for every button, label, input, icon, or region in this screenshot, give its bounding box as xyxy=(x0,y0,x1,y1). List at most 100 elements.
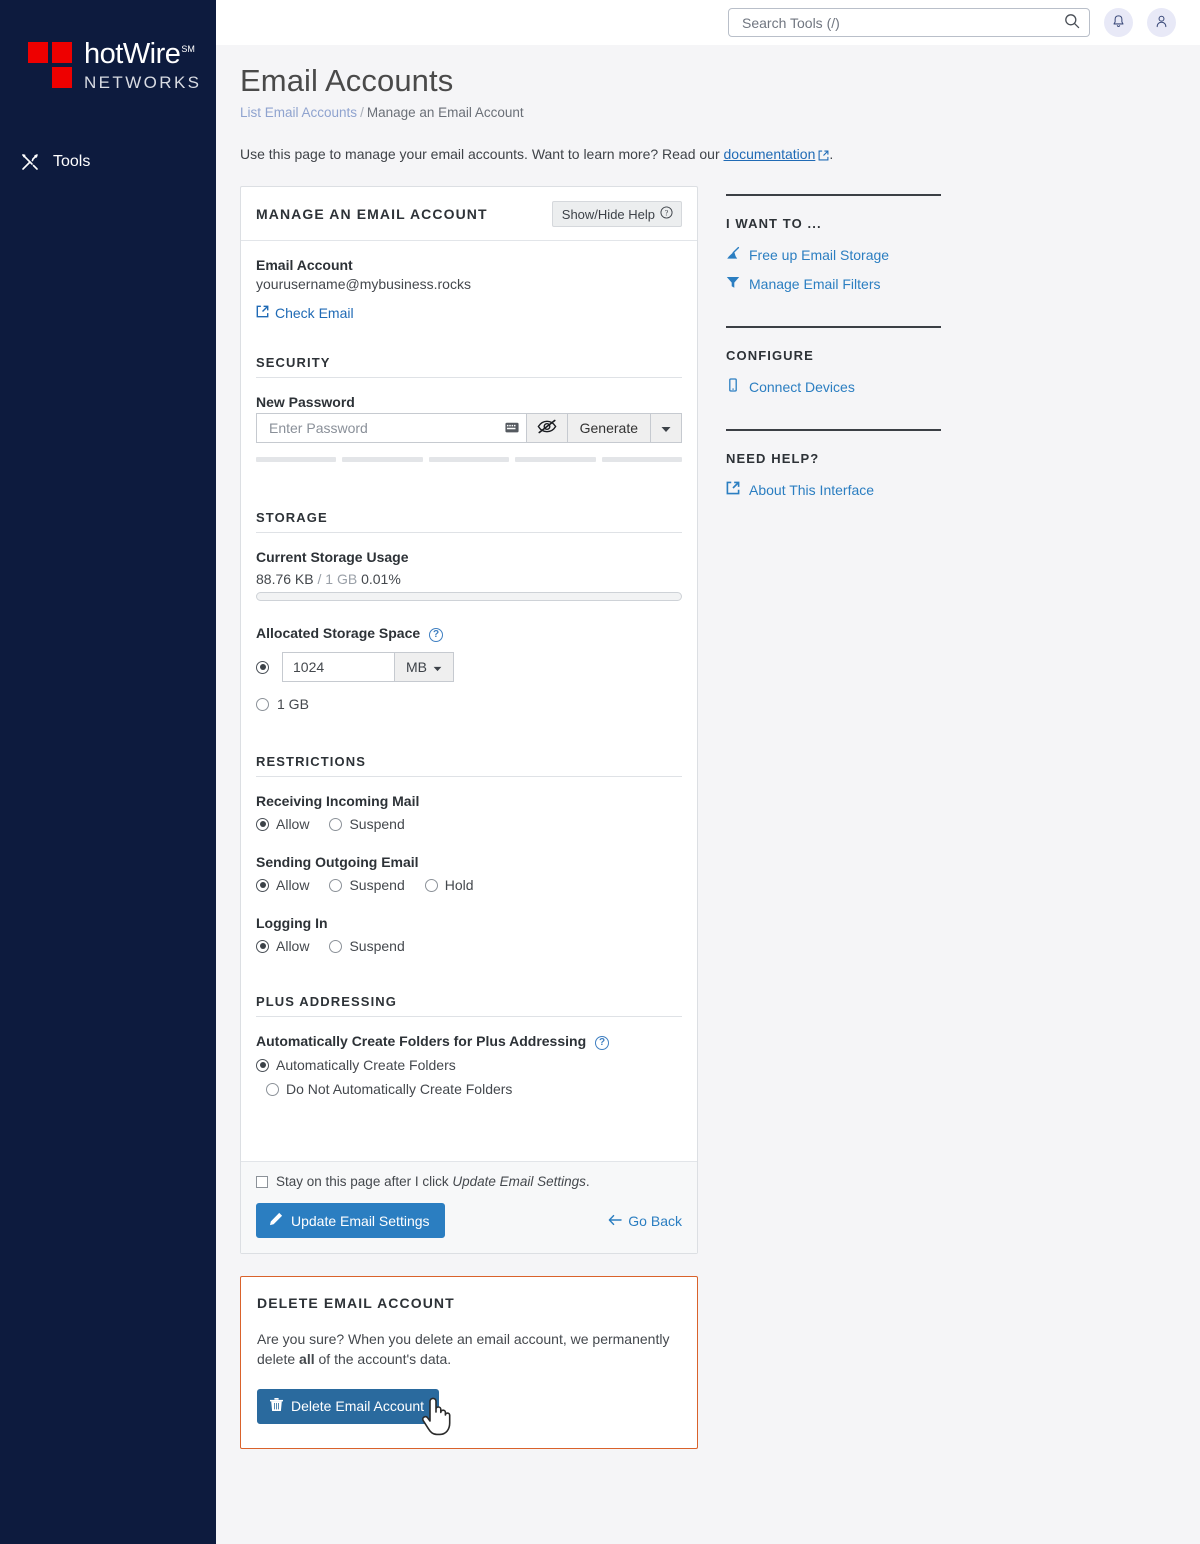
logo-squares-icon xyxy=(28,42,74,94)
search-container[interactable] xyxy=(728,8,1090,37)
allocated-storage-unit-dropdown[interactable]: MB xyxy=(394,652,454,682)
breadcrumb: List Email Accounts / Manage an Email Acco… xyxy=(240,105,1176,120)
question-circle-icon[interactable]: ? xyxy=(429,628,444,642)
radio-button[interactable] xyxy=(256,878,269,892)
brand-logo[interactable]: hotWireSM NETWORKS xyxy=(0,0,216,94)
app-root: hotWireSM NETWORKS Tools Search Tools (/… xyxy=(0,0,1200,1544)
notifications-button[interactable] xyxy=(1104,8,1133,37)
delete-email-account-label: Delete Email Account xyxy=(291,1398,425,1415)
go-back-link[interactable]: Go Back xyxy=(608,1213,682,1229)
delete-text-bold: all xyxy=(299,1351,315,1368)
search-input[interactable] xyxy=(740,13,1064,32)
right-block-heading: CONFIGURE xyxy=(726,348,814,363)
stay-on-page-checkbox-row[interactable]: Stay on this page after I click Update E… xyxy=(256,1174,682,1189)
password-input[interactable] xyxy=(267,419,505,437)
question-circle-icon[interactable]: ? xyxy=(595,1036,610,1050)
allocated-storage-label-text: Allocated Storage Space xyxy=(256,625,421,641)
search-icon[interactable] xyxy=(1064,13,1080,32)
link-manage-email-filters[interactable]: Manage Email Filters xyxy=(726,275,941,292)
restriction-option[interactable]: Suspend xyxy=(329,877,405,893)
stay-text-italic: Update Email Settings xyxy=(452,1174,586,1189)
password-strength-segment xyxy=(515,457,596,462)
security-section-heading: SECURITY xyxy=(256,355,682,378)
generate-options-button[interactable] xyxy=(650,413,682,443)
restriction-option[interactable]: Suspend xyxy=(329,938,405,954)
restriction-label: Logging In xyxy=(256,915,328,931)
show-hide-help-button[interactable]: Show/Hide Help ? xyxy=(551,201,682,227)
allocated-storage-input[interactable] xyxy=(282,652,394,682)
generate-password-button[interactable]: Generate xyxy=(566,413,650,443)
restrictions-section-heading: RESTRICTIONS xyxy=(256,754,682,777)
link-connect-devices[interactable]: Connect Devices xyxy=(726,378,941,395)
bell-icon xyxy=(1111,14,1126,32)
primary-column: MANAGE AN EMAIL ACCOUNT Show/Hide Help ? xyxy=(240,186,698,1449)
password-strength-segment xyxy=(428,457,510,462)
restriction-option[interactable]: Suspend xyxy=(329,816,405,832)
sidebar-item-tools[interactable]: Tools xyxy=(0,142,216,182)
radio-button[interactable] xyxy=(424,878,438,892)
stay-text-before: Stay on this page after I click xyxy=(276,1174,453,1189)
keyboard-icon[interactable] xyxy=(505,420,519,436)
restriction-option[interactable]: Allow xyxy=(256,816,309,832)
link-label: About This Interface xyxy=(749,481,875,498)
current-storage-usage-value: 88.76 KB / 1 GB 0.01% xyxy=(256,571,682,587)
current-storage-usage-label: Current Storage Usage xyxy=(256,549,409,565)
page-title: Email Accounts xyxy=(240,63,454,98)
radio-button[interactable] xyxy=(329,817,343,831)
plus-addressing-option-label: Automatically Create Folders xyxy=(276,1057,456,1073)
allocated-storage-custom-row: MB xyxy=(256,652,682,682)
caret-down-icon xyxy=(433,659,442,675)
plus-addressing-option[interactable]: Automatically Create Folders xyxy=(256,1057,682,1073)
stay-text-after: . xyxy=(585,1174,590,1189)
email-account-value: yourusername@mybusiness.rocks xyxy=(256,276,471,292)
radio-button[interactable] xyxy=(256,817,269,831)
storage-percent: 0.01% xyxy=(361,571,401,587)
stay-on-page-label: Stay on this page after I click Update E… xyxy=(276,1174,590,1189)
restriction-option-label: Allow xyxy=(276,877,310,893)
delete-email-account-card: DELETE EMAIL ACCOUNT Are you sure? When … xyxy=(240,1276,698,1449)
password-input-wrap[interactable] xyxy=(256,413,526,443)
radio-button[interactable] xyxy=(329,939,343,953)
restriction-label: Sending Outgoing Email xyxy=(256,854,419,870)
toggle-password-visibility-button[interactable] xyxy=(525,413,567,443)
eye-slash-icon xyxy=(537,419,557,437)
restriction-option[interactable]: Hold xyxy=(424,877,474,893)
stay-on-page-checkbox[interactable] xyxy=(256,1175,268,1188)
radio-button[interactable] xyxy=(256,939,269,953)
restriction-option[interactable]: Allow xyxy=(256,877,309,893)
divider xyxy=(726,194,941,196)
restriction-option[interactable]: Allow xyxy=(256,938,309,954)
breadcrumb-link-list-email-accounts[interactable]: List Email Accounts xyxy=(240,105,357,120)
update-email-settings-button[interactable]: Update Email Settings xyxy=(256,1203,445,1238)
question-circle-icon: ? xyxy=(660,206,673,222)
right-block-i-want-to: I WANT TO ... Free up Email Storage Mana… xyxy=(726,194,941,292)
allocated-storage-unlimited-radio[interactable] xyxy=(256,697,269,711)
left-sidebar: hotWireSM NETWORKS Tools xyxy=(0,0,216,1544)
radio-button[interactable] xyxy=(266,1082,279,1096)
breadcrumb-current: Manage an Email Account xyxy=(366,105,524,120)
svg-text:?: ? xyxy=(665,209,669,218)
trash-icon xyxy=(270,1397,283,1415)
documentation-link[interactable]: documentation xyxy=(724,146,816,162)
arrow-left-icon xyxy=(608,1213,622,1229)
restriction-option-label: Allow xyxy=(276,816,310,832)
restriction-option-label: Suspend xyxy=(349,877,405,893)
account-button[interactable] xyxy=(1147,8,1176,37)
generate-password-label: Generate xyxy=(579,420,638,436)
plus-addressing-option[interactable]: Do Not Automatically Create Folders xyxy=(256,1081,682,1097)
plus-addressing-option-label: Do Not Automatically Create Folders xyxy=(286,1081,513,1097)
storage-divider: / xyxy=(317,571,322,587)
link-free-up-email-storage[interactable]: Free up Email Storage xyxy=(726,246,941,263)
allocated-storage-custom-radio[interactable] xyxy=(256,660,269,674)
storage-used: 88.76 KB xyxy=(256,571,314,587)
plus-addressing-section-heading: PLUS ADDRESSING xyxy=(256,994,682,1017)
link-about-this-interface[interactable]: About This Interface xyxy=(726,481,941,498)
check-email-link[interactable]: Check Email xyxy=(256,305,354,321)
email-account-block: Email Account yourusername@mybusiness.ro… xyxy=(256,257,682,321)
user-icon xyxy=(1154,14,1169,32)
delete-email-account-button[interactable]: Delete Email Account xyxy=(257,1388,440,1424)
restriction-group-receiving-incoming-mail: Receiving Incoming Mail Allow Suspend xyxy=(256,793,682,832)
allocated-storage-unlimited-row[interactable]: 1 GB xyxy=(256,696,682,712)
radio-button[interactable] xyxy=(329,878,343,892)
radio-button[interactable] xyxy=(256,1058,269,1072)
